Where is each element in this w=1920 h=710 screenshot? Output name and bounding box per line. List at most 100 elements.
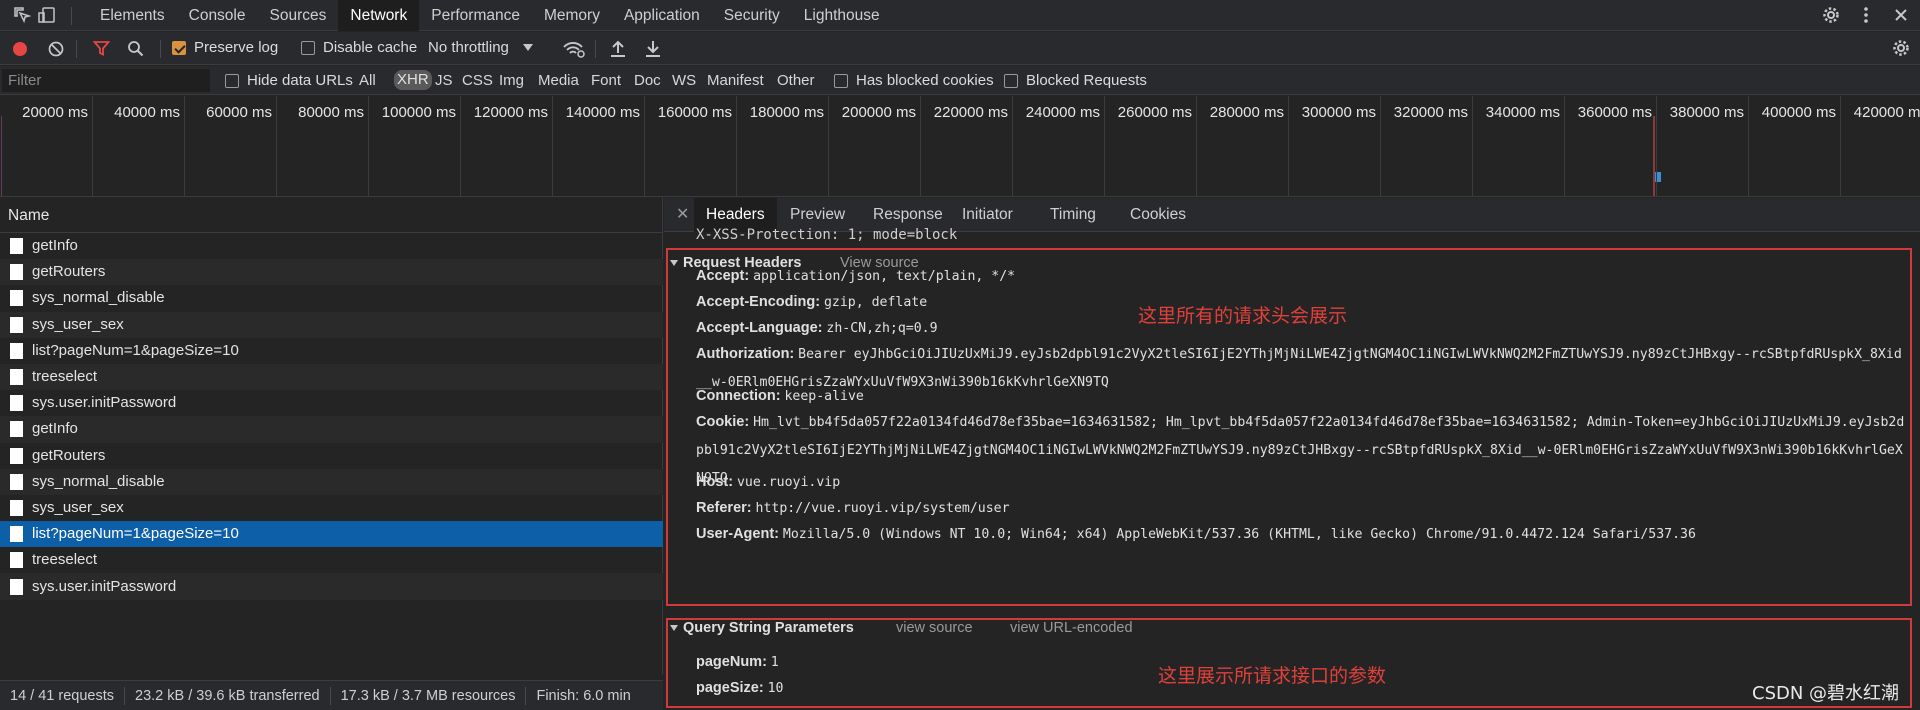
request-row[interactable]: sys.user.initPassword <box>0 390 663 416</box>
tab-memory[interactable]: Memory <box>532 0 612 31</box>
search-icon[interactable] <box>127 40 144 61</box>
document-icon <box>10 552 23 569</box>
filter-type-js[interactable]: JS <box>435 72 453 89</box>
timeline-gridline <box>552 96 553 197</box>
timeline-tick-label: 240000 ms <box>1025 104 1100 121</box>
request-name: list?pageNum=1&pageSize=10 <box>32 341 239 359</box>
network-conditions-icon[interactable] <box>563 40 585 62</box>
timeline-gridline <box>92 96 93 197</box>
tab-console[interactable]: Console <box>177 0 258 31</box>
request-row[interactable]: sys_normal_disable <box>0 468 663 495</box>
timeline-gridline <box>184 96 185 197</box>
request-name: sys_user_sex <box>32 315 124 333</box>
request-row[interactable]: getRouters <box>0 259 663 286</box>
timeline-overview[interactable]: 20000 ms 40000 ms 60000 ms 80000 ms 100000 m… <box>0 96 1920 197</box>
disable-cache-checkbox[interactable]: Disable cache <box>301 39 417 56</box>
checkbox-unchecked-icon[interactable] <box>225 73 239 88</box>
close-details-icon[interactable]: ✕ <box>676 204 689 224</box>
request-row[interactable]: sys_user_sex <box>0 495 663 521</box>
timeline-gridline <box>1288 96 1289 197</box>
blocked-requests-checkbox[interactable]: Blocked Requests <box>1004 72 1147 89</box>
filter-type-img[interactable]: Img <box>499 72 524 89</box>
filter-type-ws[interactable]: WS <box>672 72 696 89</box>
network-toolbar: Preserve log Disable cache No throttling <box>0 32 1920 65</box>
filter-type-doc[interactable]: Doc <box>634 72 661 89</box>
timeline-tick-label: 140000 ms <box>565 104 640 121</box>
hide-data-urls-checkbox[interactable]: Hide data URLs <box>225 72 353 89</box>
filter-type-media[interactable]: Media <box>538 72 579 89</box>
request-name: getInfo <box>32 237 78 255</box>
settings-gear-icon[interactable] <box>1820 4 1842 26</box>
timeline-gridline <box>1840 96 1841 197</box>
tab-elements[interactable]: Elements <box>88 0 177 31</box>
chevron-down-icon <box>522 43 533 51</box>
filter-type-font[interactable]: Font <box>591 72 621 89</box>
request-name: treeselect <box>32 551 98 569</box>
name-column-header[interactable]: Name <box>0 198 663 233</box>
timeline-tick-label: 280000 ms <box>1209 104 1284 121</box>
device-toolbar-icon[interactable] <box>35 4 59 26</box>
request-row[interactable]: getInfo <box>0 233 663 259</box>
filter-type-other[interactable]: Other <box>777 72 815 89</box>
document-icon <box>10 290 23 307</box>
checkbox-checked-icon[interactable] <box>172 40 186 55</box>
details-tab-timing[interactable]: Timing <box>1038 198 1108 232</box>
request-row[interactable]: sys_user_sex <box>0 311 663 338</box>
timeline-gridline <box>828 96 829 197</box>
request-name: sys_normal_disable <box>32 472 165 490</box>
request-row[interactable]: treeselect <box>0 547 663 573</box>
details-tab-cookies[interactable]: Cookies <box>1118 198 1198 232</box>
tab-sources[interactable]: Sources <box>258 0 339 31</box>
filter-input[interactable] <box>2 69 210 92</box>
tab-lighthouse[interactable]: Lighthouse <box>792 0 892 31</box>
request-row[interactable]: list?pageNum=1&pageSize=10 <box>0 521 663 548</box>
request-name: treeselect <box>32 368 98 386</box>
status-bar: 14 / 41 requests 23.2 kB / 39.6 kB trans… <box>0 680 663 710</box>
timeline-gridline <box>1104 96 1105 197</box>
request-row[interactable]: getInfo <box>0 416 663 443</box>
throttling-select[interactable]: No throttling <box>428 39 533 56</box>
filter-type-xhr[interactable]: XHR <box>394 70 432 90</box>
timeline-tick-label: 60000 ms <box>206 104 272 121</box>
filter-type-manifest[interactable]: Manifest <box>707 72 764 89</box>
filter-funnel-icon[interactable] <box>92 40 111 61</box>
timeline-gridline <box>1472 96 1473 197</box>
tab-application[interactable]: Application <box>612 0 712 31</box>
timeline-gridline <box>276 96 277 197</box>
filter-type-all[interactable]: All <box>359 72 376 89</box>
checkbox-unchecked-icon[interactable] <box>1004 73 1018 88</box>
timeline-tick-label: 200000 ms <box>841 104 916 121</box>
more-options-icon[interactable] <box>1855 4 1877 26</box>
request-rows: getInfo getRouters sys_normal_disable sys_u… <box>0 233 663 600</box>
tab-network[interactable]: Network <box>338 0 420 31</box>
document-icon <box>10 264 23 281</box>
timeline-tick-label: 80000 ms <box>298 104 364 121</box>
inspect-element-icon[interactable] <box>10 4 34 26</box>
tab-security[interactable]: Security <box>712 0 792 31</box>
import-har-upload-icon[interactable] <box>610 39 626 61</box>
details-tab-initiator[interactable]: Initiator <box>950 198 1025 232</box>
tab-performance[interactable]: Performance <box>419 0 532 31</box>
request-row[interactable]: sys_normal_disable <box>0 285 663 311</box>
timeline-tick-label: 380000 ms <box>1669 104 1744 121</box>
timeline-gridline <box>460 96 461 197</box>
request-row[interactable]: treeselect <box>0 363 663 391</box>
finish-time: Finish: 6.0 min <box>536 687 631 704</box>
timeline-gridline <box>1748 96 1749 197</box>
network-settings-gear-icon[interactable] <box>1890 37 1912 59</box>
checkbox-unchecked-icon[interactable] <box>301 40 315 55</box>
close-devtools-icon[interactable] <box>1890 4 1912 26</box>
checkbox-unchecked-icon[interactable] <box>834 73 848 88</box>
record-button-icon[interactable] <box>13 42 27 56</box>
timeline-gridline <box>644 96 645 197</box>
request-row[interactable]: sys.user.initPassword <box>0 573 663 600</box>
has-blocked-cookies-checkbox[interactable]: Has blocked cookies <box>834 72 994 89</box>
truncated-header-line: X-XSS-Protection: 1; mode=block <box>696 227 958 243</box>
request-row[interactable]: getRouters <box>0 443 663 469</box>
export-har-download-icon[interactable] <box>645 39 661 61</box>
request-row[interactable]: list?pageNum=1&pageSize=10 <box>0 338 663 364</box>
preserve-log-checkbox[interactable]: Preserve log <box>172 39 278 56</box>
headers-annotation: 这里所有的请求头会展示 <box>1138 305 1348 327</box>
clear-icon[interactable] <box>48 41 64 61</box>
filter-type-css[interactable]: CSS <box>462 72 493 89</box>
